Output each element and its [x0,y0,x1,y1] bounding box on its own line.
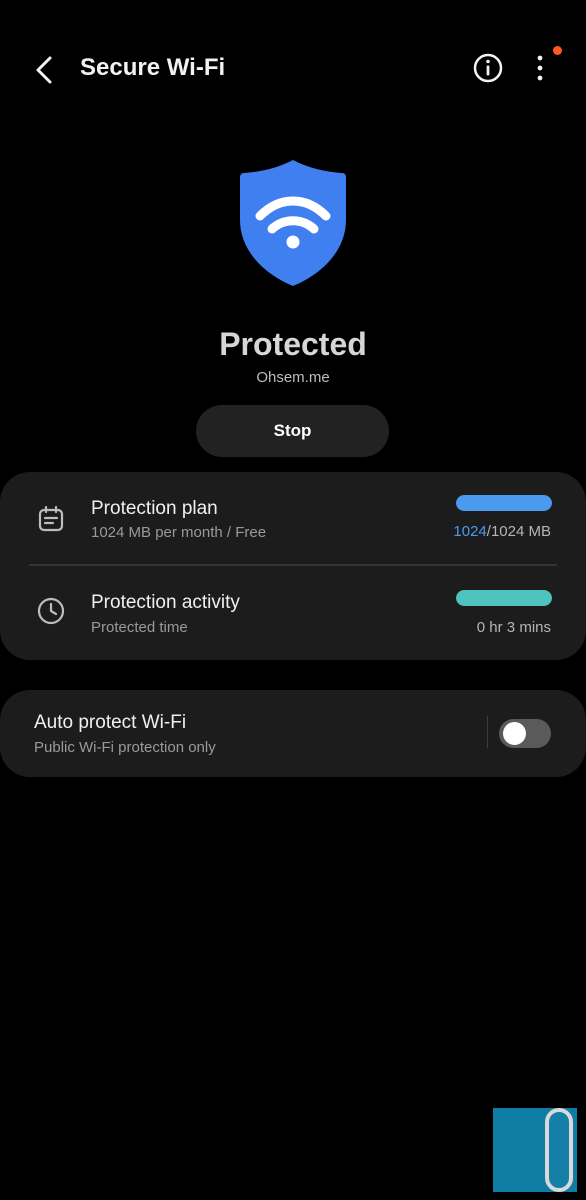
back-button[interactable] [26,50,66,90]
more-options-button[interactable] [524,50,556,86]
info-icon [473,53,503,83]
more-vertical-icon [537,55,543,81]
calendar-icon [38,505,64,532]
protection-status: Protected [219,326,367,362]
app-bar: Secure Wi-Fi [0,0,586,140]
plan-usage-fill [456,495,552,511]
notification-dot [553,46,562,55]
toggle-knob [503,722,526,745]
plan-title: Protection plan [91,498,218,519]
activity-title: Protection activity [91,592,240,613]
activity-fill [456,590,552,606]
auto-protect-title: Auto protect Wi-Fi [34,712,187,733]
plan-usage-label: 1024/1024 MB [453,523,551,540]
floating-handle-icon[interactable] [545,1108,573,1192]
protection-activity-row[interactable]: Protection activity Protected time 0 hr … [0,566,586,660]
protection-plan-row[interactable]: Protection plan 1024 MB per month / Free… [0,472,586,564]
wifi-shield-icon [238,158,348,288]
auto-protect-subtitle: Public Wi-Fi protection only [34,739,216,756]
provider-label: Ohsem.me [256,369,330,386]
auto-protect-card[interactable]: Auto protect Wi-Fi Public Wi-Fi protecti… [0,690,586,777]
info-button[interactable] [470,50,506,86]
toggle-divider [487,716,488,748]
stop-button[interactable]: Stop [196,405,389,457]
page-title: Secure Wi-Fi [80,54,226,81]
plan-usage-bar [456,495,552,511]
activity-subtitle: Protected time [91,619,188,636]
clock-icon [37,597,65,625]
activity-time-value: 0 hr 3 mins [476,619,551,636]
plan-total-value: /1024 MB [486,523,551,540]
activity-bar [456,590,552,606]
protection-summary-card: Protection plan 1024 MB per month / Free… [0,472,586,660]
plan-used-value: 1024 [453,523,487,540]
plan-subtitle: 1024 MB per month / Free [91,524,267,541]
auto-protect-toggle[interactable] [499,719,551,748]
chevron-left-icon [36,56,52,84]
